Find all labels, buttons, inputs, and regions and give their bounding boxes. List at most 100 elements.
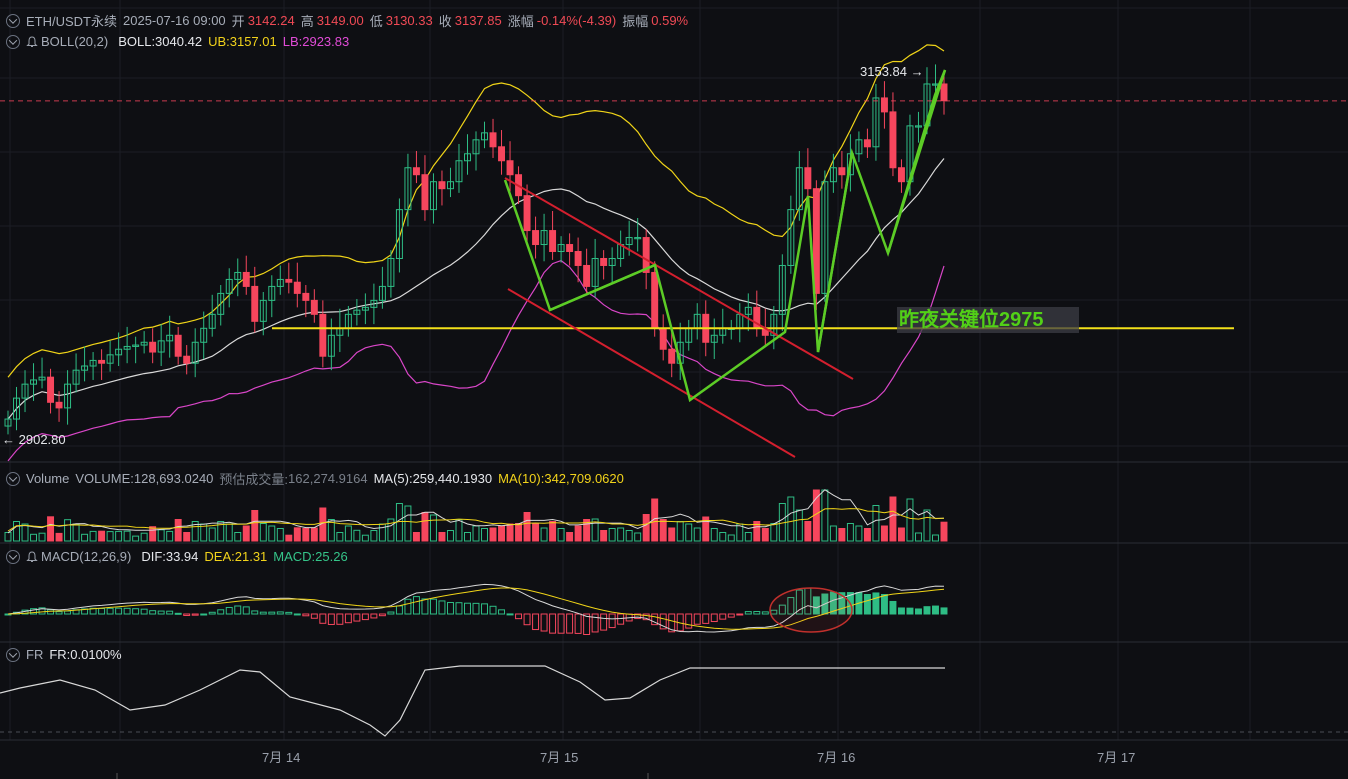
volume-bar bbox=[872, 505, 880, 542]
candle-body bbox=[412, 167, 420, 176]
x-axis-label: 7月 15 bbox=[540, 750, 579, 765]
macd-histogram-bar bbox=[481, 603, 488, 615]
candle-body bbox=[438, 181, 446, 190]
x-axis-label: 7月 17 bbox=[1097, 750, 1136, 765]
volume-bar bbox=[940, 521, 948, 542]
collapse-icon[interactable] bbox=[6, 549, 20, 564]
volume-bar bbox=[625, 530, 633, 542]
change-label: 涨幅 bbox=[507, 14, 534, 29]
open-label: 开 bbox=[231, 14, 245, 29]
macd-histogram-bar bbox=[489, 605, 497, 615]
volume-bar bbox=[378, 523, 386, 542]
volume-bar bbox=[455, 519, 463, 542]
volume-bar bbox=[242, 525, 250, 542]
macd-histogram-bar bbox=[736, 613, 744, 616]
macd-histogram-bar bbox=[923, 606, 931, 615]
boll-name: BOLL(20,2) bbox=[41, 34, 109, 49]
candle-body bbox=[506, 160, 514, 176]
macd-histogram-bar bbox=[387, 611, 395, 615]
volume-bar bbox=[855, 525, 863, 542]
candle-body bbox=[523, 195, 531, 232]
macd-histogram-bar bbox=[464, 602, 471, 615]
macd-histogram-bar bbox=[98, 607, 106, 615]
volume-bar bbox=[174, 519, 182, 542]
macd-histogram-bar bbox=[55, 611, 63, 615]
macd-highlight-circle bbox=[769, 587, 853, 633]
amplitude-label: 振幅 bbox=[622, 14, 649, 29]
collapse-icon[interactable] bbox=[6, 647, 20, 662]
macd-histogram-bar bbox=[276, 611, 284, 615]
volume-bar bbox=[863, 528, 871, 542]
volume-bar bbox=[549, 521, 557, 542]
volume-bar bbox=[676, 521, 684, 542]
volume-bar bbox=[829, 525, 837, 542]
macd-histogram-bar bbox=[293, 613, 301, 616]
candle-body bbox=[583, 264, 591, 287]
candle-body bbox=[310, 299, 318, 315]
candle-body bbox=[149, 341, 157, 353]
close-label: 收 bbox=[438, 14, 452, 29]
macd-name: MACD(12,26,9) bbox=[41, 549, 132, 564]
volume-bar bbox=[914, 532, 922, 542]
boll-lb-value: LB:2923.83 bbox=[282, 34, 350, 49]
candle-body bbox=[183, 355, 191, 364]
volume-value: VOLUME:128,693.0240 bbox=[75, 471, 214, 486]
candle-body bbox=[880, 97, 888, 113]
volume-bar bbox=[566, 532, 574, 542]
macd-histogram-bar bbox=[251, 610, 259, 615]
collapse-icon[interactable] bbox=[6, 471, 20, 486]
volume-bar bbox=[21, 523, 29, 542]
volume-ma10-line bbox=[7, 508, 945, 532]
volume-bar bbox=[336, 532, 344, 542]
macd-histogram-bar bbox=[897, 607, 905, 615]
macd-histogram-bar bbox=[132, 608, 140, 615]
macd-histogram-bar bbox=[353, 613, 361, 622]
bell-icon[interactable] bbox=[26, 550, 38, 563]
macd-histogram-bar bbox=[166, 610, 174, 615]
change-value: -0.14%(-4.39) bbox=[536, 13, 617, 28]
volume-bar bbox=[412, 532, 420, 542]
volume-bar bbox=[310, 527, 318, 542]
volume-bar bbox=[387, 518, 395, 542]
macd-histogram-bar bbox=[327, 613, 335, 625]
macd-histogram-bar bbox=[600, 613, 608, 631]
volume-bar bbox=[293, 527, 301, 542]
volume-bar bbox=[659, 519, 667, 542]
candle-body bbox=[574, 251, 582, 266]
candle-body bbox=[863, 139, 871, 148]
macd-histogram-bar bbox=[932, 605, 939, 615]
volume-bar bbox=[404, 505, 412, 542]
volume-bar bbox=[268, 525, 276, 542]
volume-bar bbox=[429, 514, 437, 542]
bell-icon[interactable] bbox=[26, 35, 38, 48]
macd-value: MACD:25.26 bbox=[273, 549, 348, 564]
chart-canvas[interactable] bbox=[0, 0, 1348, 779]
key-level-annotation: 昨夜关键位2975 bbox=[897, 307, 1079, 333]
volume-bar bbox=[515, 523, 523, 542]
volume-bar bbox=[668, 527, 676, 542]
candle-body bbox=[804, 167, 812, 190]
x-axis-label: 7月 16 bbox=[817, 750, 856, 765]
macd-histogram-bar bbox=[506, 613, 514, 616]
candle-body bbox=[498, 146, 506, 162]
collapse-icon[interactable] bbox=[6, 13, 20, 28]
macd-histogram-bar bbox=[719, 613, 727, 620]
volume-bar bbox=[897, 527, 905, 542]
macd-histogram-bar bbox=[200, 613, 208, 616]
volume-bar bbox=[693, 527, 701, 542]
candle-body bbox=[293, 281, 301, 294]
volume-est-label: 预估成交量: bbox=[219, 472, 289, 487]
macd-histogram-bar bbox=[685, 613, 693, 629]
boll-lower-line bbox=[7, 259, 945, 462]
volume-bar bbox=[481, 528, 488, 542]
volume-bar bbox=[540, 527, 548, 542]
boll-ub-value: UB:3157.01 bbox=[208, 34, 277, 49]
macd-histogram-bar bbox=[693, 613, 701, 625]
collapse-icon[interactable] bbox=[6, 34, 20, 49]
candle-body bbox=[47, 376, 55, 403]
high-price-tag: 3153.84 → bbox=[860, 64, 924, 79]
macd-histogram-bar bbox=[225, 606, 233, 615]
candle-body bbox=[174, 334, 182, 357]
price-header: ETH/USDT永续 2025-07-16 09:00 开 3142.24 高 … bbox=[6, 11, 694, 30]
volume-bar bbox=[932, 534, 939, 542]
